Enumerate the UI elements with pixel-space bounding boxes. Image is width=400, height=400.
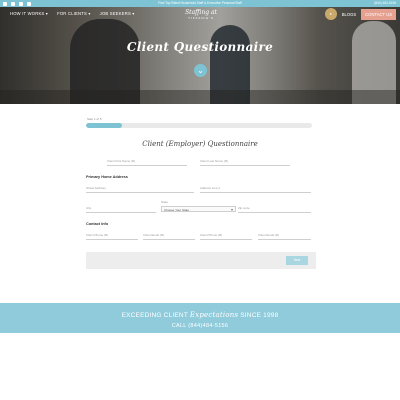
form-title: Client (Employer) Questionnaire [142, 140, 258, 148]
progress-label: Step 1 of 5 [87, 117, 102, 121]
top-phone[interactable]: (844) 484-5156 [374, 0, 396, 7]
field-label: Client Email (R) [258, 233, 280, 237]
city-field[interactable]: City [86, 206, 156, 213]
last-name-field[interactable]: Client Last Name (R) [200, 159, 290, 166]
nav-menu: HOW IT WORKS ▾ FOR CLIENTS ▾ JOB SEEKERS… [10, 11, 135, 16]
client-phone-field[interactable]: Client Phone (R) [86, 233, 138, 240]
award-badge-icon: ★ [324, 8, 337, 20]
progress-bar [86, 123, 312, 128]
field-label: Street Address [86, 186, 106, 190]
footer-banner: EXCEEDING CLIENT Expectations SINCE 1998… [0, 303, 400, 333]
next-button[interactable]: Next [286, 256, 308, 265]
nav-blogs[interactable]: BLOGS [342, 12, 356, 17]
street-address-field[interactable]: Street Address [86, 186, 194, 193]
client-email-2-field[interactable]: Client Email (R) [258, 233, 311, 240]
address-line-2-field[interactable]: Address Line 2 [200, 186, 311, 193]
chevron-down-icon: ▾ [230, 207, 233, 212]
field-label: Client Last Name (R) [200, 159, 229, 163]
footer-tagline: EXCEEDING CLIENT Expectations SINCE 1998 [0, 311, 400, 319]
form-footer-band: Next [86, 252, 316, 269]
field-label: Client First Name (R) [107, 159, 136, 163]
top-announcement-bar: Find Top Rated Household Staff & Executi… [0, 0, 400, 7]
logo-wordmark: TIFFANIE'S [188, 16, 214, 20]
state-select-value: Choose Your State [164, 208, 190, 212]
field-label: Address Line 2 [200, 186, 221, 190]
state-label: State [161, 200, 169, 204]
contact-us-button[interactable]: CONTACT US [361, 8, 396, 20]
progress-fill [86, 123, 123, 128]
footer-tagline-pre: EXCEEDING CLIENT [121, 312, 190, 319]
scroll-down-icon[interactable]: ⌄ [194, 64, 207, 77]
footer-tagline-post: SINCE 1998 [238, 312, 279, 319]
first-name-field[interactable]: Client First Name (R) [107, 159, 187, 166]
main-navigation: HOW IT WORKS ▾ FOR CLIENTS ▾ JOB SEEKERS… [0, 7, 400, 23]
logo-script: Staffing at [185, 9, 217, 16]
site-logo[interactable]: Staffing at TIFFANIE'S [180, 9, 222, 20]
client-phone-2-field[interactable]: Client Phone (R) [200, 233, 252, 240]
footer-phone[interactable]: CALL (844)484-5156 [0, 323, 400, 329]
footer-tagline-script: Expectations [189, 311, 239, 319]
announcement-text[interactable]: Find Top Rated Household Staff & Executi… [0, 0, 400, 7]
section-contact-info: Contact Info [86, 222, 109, 226]
zip-code-field[interactable]: Zip code [238, 206, 311, 213]
field-label: City [86, 206, 92, 210]
nav-job-seekers[interactable]: JOB SEEKERS ▾ [100, 11, 135, 16]
state-select[interactable]: Choose Your State ▾ [161, 206, 236, 212]
field-label: Client Phone (R) [86, 233, 109, 237]
hero-title: Client Questionnaire [126, 40, 274, 54]
client-email-field[interactable]: Client Email (R) [143, 233, 195, 240]
nav-right: ★ BLOGS CONTACT US [324, 8, 396, 20]
nav-how-it-works[interactable]: HOW IT WORKS ▾ [10, 11, 48, 16]
nav-for-clients[interactable]: FOR CLIENTS ▾ [57, 11, 91, 16]
section-home-address: Primary Home Address [86, 175, 128, 179]
field-label: Zip code [238, 206, 250, 210]
field-label: Client Email (R) [143, 233, 165, 237]
field-label: Client Phone (R) [200, 233, 223, 237]
